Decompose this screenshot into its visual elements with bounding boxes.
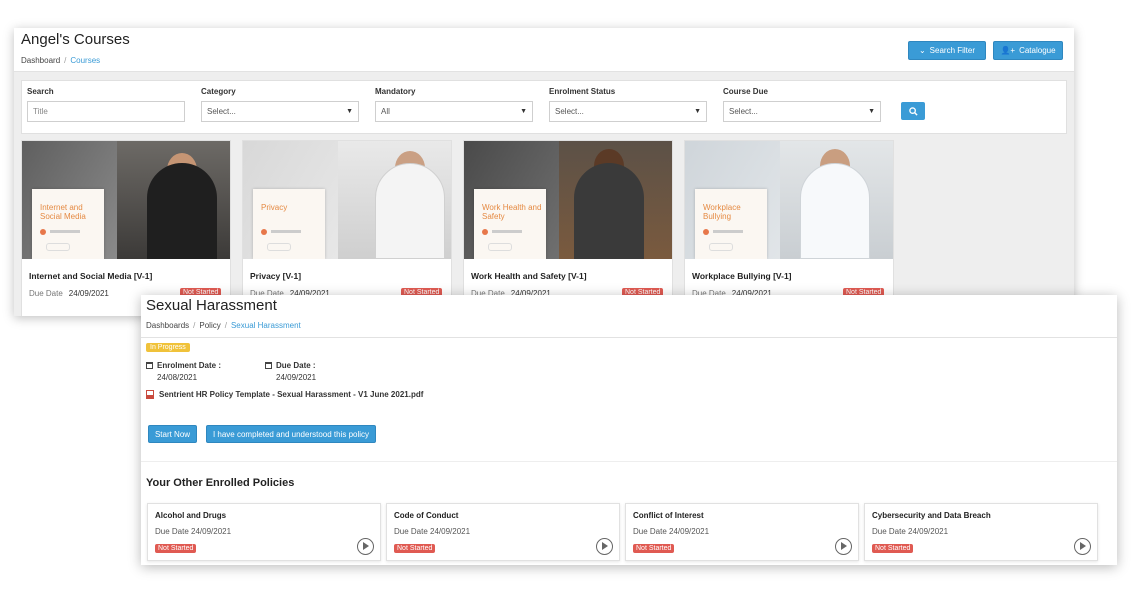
category-select[interactable]: Select... ▼ bbox=[201, 101, 359, 122]
breadcrumb-policy[interactable]: Policy bbox=[199, 321, 220, 330]
play-icon[interactable] bbox=[357, 538, 374, 555]
breadcrumb: Dashboard / Courses bbox=[21, 56, 101, 65]
policy-card[interactable]: Conflict of Interest Due Date 24/09/2021… bbox=[625, 503, 859, 561]
course-image-title: Workplace Bullying bbox=[703, 203, 741, 221]
search-label: Search bbox=[27, 87, 54, 96]
caret-down-icon: ▼ bbox=[868, 108, 875, 115]
policy-card-title: Cybersecurity and Data Breach bbox=[872, 511, 991, 520]
course-due-label: Course Due bbox=[723, 87, 768, 96]
calendar-icon bbox=[146, 362, 153, 369]
courses-header: Angel's Courses Dashboard / Courses ⌄ Sear… bbox=[14, 28, 1074, 72]
pdf-icon bbox=[146, 390, 154, 399]
course-title[interactable]: Workplace Bullying [V-1] bbox=[692, 271, 792, 281]
course-image-title: Work Health and Safety bbox=[482, 203, 542, 221]
search-button[interactable] bbox=[901, 102, 925, 120]
complete-policy-button[interactable]: I have completed and understood this pol… bbox=[206, 425, 376, 443]
course-image: Privacy bbox=[243, 141, 451, 259]
status-badge: Not Started bbox=[155, 544, 197, 553]
status-badge: Not Started bbox=[872, 544, 914, 553]
play-icon[interactable] bbox=[596, 538, 613, 555]
policy-card[interactable]: Alcohol and Drugs Due Date 24/09/2021 No… bbox=[147, 503, 381, 561]
policy-card-due: Due Date 24/09/2021 bbox=[394, 527, 471, 536]
search-icon bbox=[908, 106, 918, 116]
course-card[interactable]: Privacy Privacy [V-1] Due Date 24/09/2021… bbox=[242, 140, 452, 316]
status-badge: Not Started bbox=[633, 544, 675, 553]
policy-card-due: Due Date 24/09/2021 bbox=[872, 527, 949, 536]
due-date-value: 24/09/2021 bbox=[276, 373, 317, 382]
course-image-title: Privacy bbox=[261, 203, 288, 212]
course-card[interactable]: Work Health and Safety Work Health and S… bbox=[463, 140, 673, 316]
breadcrumb-courses[interactable]: Courses bbox=[70, 56, 100, 65]
caret-down-icon: ▼ bbox=[346, 108, 353, 115]
search-input[interactable]: Title bbox=[27, 101, 185, 122]
mandatory-filter-group: Mandatory All ▼ bbox=[375, 87, 533, 122]
course-due-select[interactable]: Select... ▼ bbox=[723, 101, 881, 122]
catalogue-button[interactable]: 👤+ Catalogue bbox=[993, 41, 1063, 60]
status-badge: In Progress bbox=[146, 343, 190, 352]
play-icon[interactable] bbox=[835, 538, 852, 555]
breadcrumb-dashboards[interactable]: Dashboards bbox=[146, 321, 189, 330]
policy-card-title: Code of Conduct bbox=[394, 511, 459, 520]
caret-down-icon: ▼ bbox=[520, 108, 527, 115]
start-now-button[interactable]: Start Now bbox=[148, 425, 197, 443]
course-image: Workplace Bullying bbox=[685, 141, 893, 259]
enrolment-status-label: Enrolment Status bbox=[549, 87, 616, 96]
policy-card-due: Due Date 24/09/2021 bbox=[155, 527, 232, 536]
page-title: Sexual Harassment bbox=[146, 297, 277, 314]
course-due-filter-group: Course Due Select... ▼ bbox=[723, 87, 881, 122]
due-date: Due Date : 24/09/2021 bbox=[265, 361, 316, 382]
calendar-icon bbox=[265, 362, 272, 369]
policy-file-link[interactable]: Sentrient HR Policy Template - Sexual Ha… bbox=[146, 390, 423, 399]
policy-card[interactable]: Code of Conduct Due Date 24/09/2021 Not … bbox=[386, 503, 620, 561]
category-label: Category bbox=[201, 87, 236, 96]
policy-header: Sexual Harassment Dashboards / Policy / Sexu… bbox=[141, 295, 1117, 338]
add-user-icon: 👤+ bbox=[1000, 46, 1016, 55]
course-title[interactable]: Internet and Social Media [V-1] bbox=[29, 271, 152, 281]
breadcrumb-sexual-harassment[interactable]: Sexual Harassment bbox=[231, 321, 301, 330]
enrolment-date-value: 24/08/2021 bbox=[157, 373, 198, 382]
policy-card-due: Due Date 24/09/2021 bbox=[633, 527, 710, 536]
courses-window: Angel's Courses Dashboard / Courses ⌄ Sear… bbox=[14, 28, 1074, 316]
enrolment-status-filter-group: Enrolment Status Select... ▼ bbox=[549, 87, 707, 122]
policy-card-title: Conflict of Interest bbox=[633, 511, 704, 520]
policy-card[interactable]: Cybersecurity and Data Breach Due Date 2… bbox=[864, 503, 1098, 561]
course-title[interactable]: Privacy [V-1] bbox=[250, 271, 301, 281]
policy-card-title: Alcohol and Drugs bbox=[155, 511, 227, 520]
breadcrumb: Dashboards / Policy / Sexual Harassment bbox=[146, 321, 301, 330]
breadcrumb-dashboard[interactable]: Dashboard bbox=[21, 56, 60, 65]
mandatory-select[interactable]: All ▼ bbox=[375, 101, 533, 122]
filter-panel: Search Title Category Select... ▼ Mandato… bbox=[21, 80, 1067, 134]
play-icon[interactable] bbox=[1074, 538, 1091, 555]
divider bbox=[141, 461, 1117, 462]
status-badge: Not Started bbox=[394, 544, 436, 553]
course-card[interactable]: Workplace Bullying Workplace Bullying [V… bbox=[684, 140, 894, 316]
policy-window: Sexual Harassment Dashboards / Policy / Sexu… bbox=[141, 295, 1117, 565]
search-filter-button[interactable]: ⌄ Search Filter bbox=[908, 41, 986, 60]
caret-down-icon: ▼ bbox=[694, 108, 701, 115]
course-title[interactable]: Work Health and Safety [V-1] bbox=[471, 271, 587, 281]
other-policies-title: Your Other Enrolled Policies bbox=[146, 477, 295, 489]
course-due: Due Date 24/09/2021 bbox=[29, 289, 109, 298]
mandatory-label: Mandatory bbox=[375, 87, 416, 96]
page-title: Angel's Courses bbox=[21, 31, 130, 48]
enrolment-status-select[interactable]: Select... ▼ bbox=[549, 101, 707, 122]
category-filter-group: Category Select... ▼ bbox=[201, 87, 359, 122]
enrolment-date: Enrolment Date : 24/08/2021 bbox=[146, 361, 221, 382]
course-image: Work Health and Safety bbox=[464, 141, 672, 259]
course-image: Internet and Social Media bbox=[22, 141, 230, 259]
course-card[interactable]: Internet and Social Media Internet and S… bbox=[21, 140, 231, 316]
course-image-title: Internet and Social Media bbox=[40, 203, 86, 221]
search-filter-group: Search Title bbox=[27, 87, 185, 122]
chevron-down-icon: ⌄ bbox=[918, 46, 926, 55]
